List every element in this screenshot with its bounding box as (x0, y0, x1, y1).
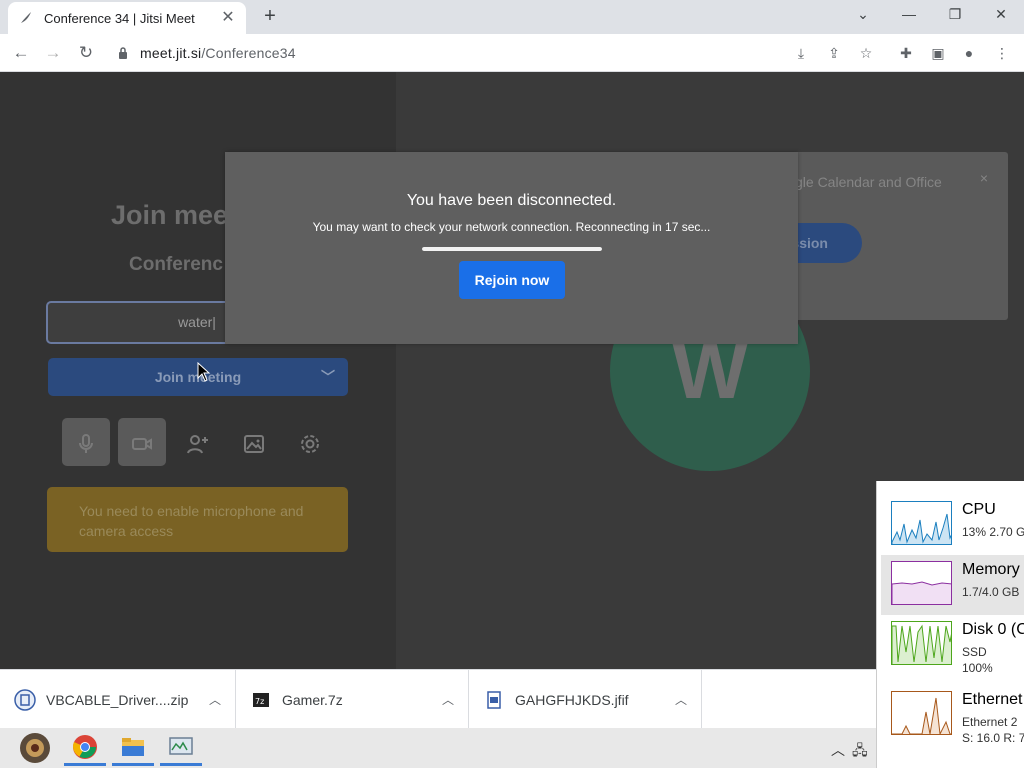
start-menu-button[interactable] (10, 730, 60, 766)
tab-close-icon[interactable]: ✕ (220, 10, 236, 26)
bookmark-star-icon[interactable]: ☆ (856, 43, 876, 63)
reconnect-progress-bar (422, 247, 602, 251)
tab-strip: Conference 34 | Jitsi Meet ✕ + ⌄ — ❐ ✕ (0, 0, 1024, 34)
back-button[interactable]: ← (10, 42, 32, 64)
download-filename: Gamer.7z (282, 691, 343, 708)
url-host: meet.jit.si (140, 45, 202, 61)
tm-ethernet-name: Ethernet (962, 691, 1023, 708)
tm-ethernet-adapter: Ethernet 2 (962, 715, 1018, 729)
dialog-heading: You have been disconnected. (406, 192, 617, 209)
zip-file-icon (14, 688, 36, 711)
settings-gear-icon[interactable] (298, 432, 322, 456)
browser-toolbar: ← → ↻ meet.jit.si/Conference34 ⤓ ⇪ ☆ ✚ ▣… (0, 34, 1024, 72)
tm-memory[interactable]: Memory 1.7/4.0 GB (881, 555, 1024, 615)
jitsi-favicon-icon (21, 12, 31, 23)
tm-disk-usage: 100% (962, 661, 993, 675)
download-filename: GAHGFHJKDS.jfif (515, 691, 629, 708)
disconnected-dialog: You have been disconnected. You may want… (225, 152, 798, 344)
tm-disk-type: SSD (962, 645, 987, 659)
permission-warning: You need to enable microphone and camera… (47, 487, 348, 552)
calendar-banner-close-icon[interactable]: × (980, 170, 988, 186)
display-name-value: water (178, 314, 213, 330)
join-meeting-heading: Join mee (111, 200, 229, 230)
tray-chevron-up-icon[interactable]: ︿ (831, 740, 845, 760)
camera-icon (132, 438, 152, 450)
tm-memory-name: Memory (962, 561, 1020, 578)
tm-memory-detail: 1.7/4.0 GB (962, 585, 1020, 599)
ethernet-graph (891, 691, 952, 735)
install-icon[interactable]: ⤓ (791, 43, 811, 63)
chevron-up-icon[interactable]: ︿ (195, 691, 235, 708)
chevron-up-icon[interactable]: ︿ (428, 691, 468, 708)
browser-tab[interactable]: Conference 34 | Jitsi Meet ✕ (8, 2, 246, 34)
tab-title: Conference 34 | Jitsi Meet (44, 10, 195, 26)
mouse-cursor-icon (197, 362, 211, 382)
share-icon[interactable]: ⇪ (824, 43, 844, 63)
new-tab-button[interactable]: + (260, 6, 280, 26)
disk-graph (891, 621, 952, 665)
virtual-background-icon[interactable] (242, 432, 266, 456)
tm-cpu-detail: 13% 2.70 G (962, 525, 1024, 539)
tm-ethernet-throughput: S: 16.0 R: 7 (962, 731, 1024, 745)
network-icon[interactable]: 🖧 (852, 740, 868, 764)
lock-icon (119, 47, 127, 59)
task-manager-icon (169, 736, 193, 755)
tm-ethernet[interactable]: Ethernet Ethernet 2 S: 16.0 R: 7 (881, 685, 1024, 745)
downloads-bar: VBCABLE_Driver....zip ︿ 7z Gamer.7z ︿ GA… (0, 669, 876, 729)
tab-search-icon[interactable]: ⌄ (849, 4, 877, 24)
memory-graph (891, 561, 952, 605)
conference-name: Conferenc (129, 254, 223, 275)
task-manager-window: CPU 13% 2.70 G Memory 1.7/4.0 GB Disk 0 … (876, 481, 1024, 768)
image-file-icon (487, 690, 501, 709)
menu-icon[interactable]: ⋮ (992, 43, 1012, 63)
taskbar-file-explorer[interactable] (112, 730, 154, 766)
url-text: meet.jit.si/Conference34 (140, 45, 296, 61)
reconnect-progress-fill (422, 247, 602, 251)
download-filename: VBCABLE_Driver....zip (46, 691, 189, 708)
minimize-button[interactable]: — (895, 4, 923, 24)
tm-cpu-name: CPU (962, 501, 996, 518)
download-item[interactable]: GAHGFHJKDS.jfif ︿ (469, 670, 702, 729)
start-orb-icon (20, 733, 50, 763)
extensions-icon[interactable]: ✚ (896, 43, 916, 63)
tm-cpu[interactable]: CPU 13% 2.70 G (881, 495, 1024, 555)
chrome-icon (73, 734, 97, 759)
folder-icon (122, 737, 144, 756)
side-panel-icon[interactable]: ▣ (928, 43, 948, 63)
url-path: /Conference34 (201, 45, 296, 61)
window-close-button[interactable]: ✕ (987, 4, 1015, 24)
archive-file-icon: 7z (253, 692, 269, 707)
download-item[interactable]: VBCABLE_Driver....zip ︿ (0, 670, 236, 729)
reload-button[interactable]: ↻ (75, 42, 97, 64)
microphone-icon (79, 434, 93, 453)
chevron-down-icon[interactable]: ﹀ (318, 358, 338, 396)
profile-avatar-icon[interactable]: ● (959, 43, 979, 63)
rejoin-now-button[interactable]: Rejoin now (459, 261, 565, 299)
svg-text:7z: 7z (255, 697, 264, 706)
dialog-message: You may want to check your network conne… (312, 220, 711, 234)
tm-disk-name: Disk 0 (C (962, 621, 1024, 638)
cpu-graph (891, 501, 952, 545)
jitsi-page: Join mee Conferenc water| Join meeting ﹀… (0, 72, 1024, 669)
invite-people-icon[interactable] (186, 432, 210, 456)
taskbar-chrome[interactable] (64, 730, 106, 766)
address-bar[interactable]: meet.jit.si/Conference34 (108, 39, 888, 67)
calendar-banner-text: gle Calendar and Office (795, 174, 942, 190)
restore-button[interactable]: ❐ (941, 4, 969, 24)
download-item[interactable]: 7z Gamer.7z ︿ (236, 670, 469, 729)
windows-taskbar: ︿ 🖧 (0, 728, 1024, 768)
forward-button[interactable]: → (42, 42, 64, 64)
tm-disk[interactable]: Disk 0 (C SSD 100% (881, 615, 1024, 675)
chevron-up-icon[interactable]: ︿ (661, 691, 701, 708)
taskbar-task-manager[interactable] (160, 730, 202, 766)
